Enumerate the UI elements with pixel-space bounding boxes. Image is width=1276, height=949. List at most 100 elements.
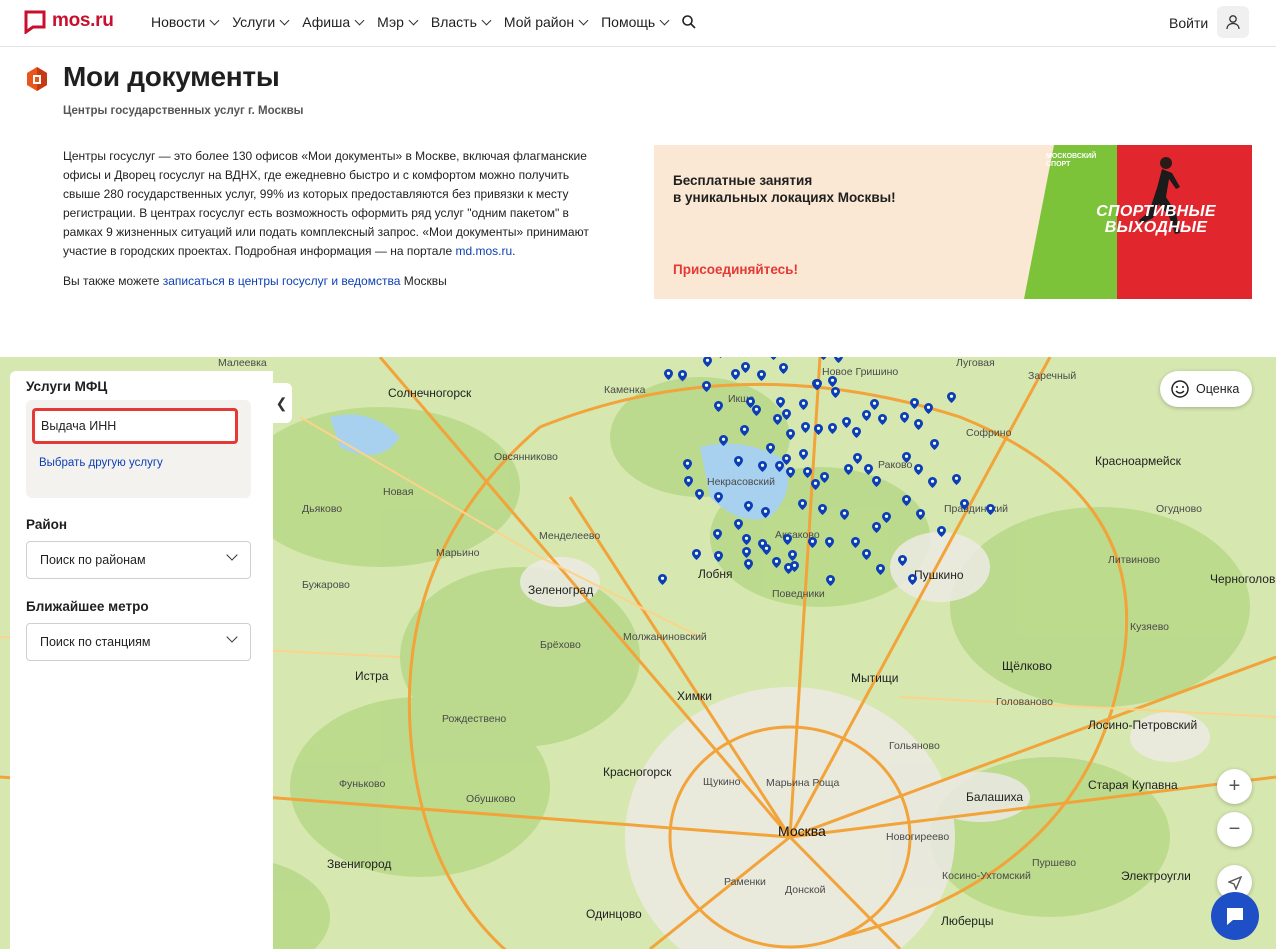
- rate-button[interactable]: Оценка: [1160, 371, 1252, 407]
- office-marker[interactable]: [870, 399, 879, 410]
- office-marker[interactable]: [834, 357, 843, 363]
- office-marker[interactable]: [782, 454, 791, 465]
- office-marker[interactable]: [844, 464, 853, 475]
- office-marker[interactable]: [820, 472, 829, 483]
- login-link[interactable]: Войти: [1169, 15, 1208, 31]
- collapse-panel-button[interactable]: ❮: [271, 383, 292, 423]
- office-marker[interactable]: [788, 550, 797, 561]
- user-icon[interactable]: [1217, 6, 1249, 38]
- banner-cta[interactable]: Присоединяйтесь!: [673, 262, 798, 277]
- office-marker[interactable]: [695, 489, 704, 500]
- office-marker[interactable]: [862, 549, 871, 560]
- office-marker[interactable]: [769, 357, 778, 360]
- mos-logo[interactable]: mos.ru: [24, 10, 114, 35]
- office-marker[interactable]: [914, 464, 923, 475]
- office-marker[interactable]: [714, 551, 723, 562]
- office-marker[interactable]: [783, 534, 792, 545]
- office-marker[interactable]: [842, 417, 851, 428]
- nav-my-district[interactable]: Мой район: [504, 14, 589, 30]
- nav-afisha[interactable]: Афиша: [302, 14, 365, 30]
- office-marker[interactable]: [814, 424, 823, 435]
- office-marker[interactable]: [734, 519, 743, 530]
- office-marker[interactable]: [744, 559, 753, 570]
- office-marker[interactable]: [798, 499, 807, 510]
- office-marker[interactable]: [947, 392, 956, 403]
- district-select[interactable]: Поиск по районам: [26, 541, 251, 579]
- office-marker[interactable]: [703, 357, 712, 367]
- office-marker[interactable]: [986, 504, 995, 515]
- office-marker[interactable]: [937, 526, 946, 537]
- office-marker[interactable]: [758, 461, 767, 472]
- office-marker[interactable]: [742, 534, 751, 545]
- chat-icon[interactable]: [1211, 892, 1259, 940]
- office-marker[interactable]: [757, 370, 766, 381]
- office-marker[interactable]: [784, 563, 793, 574]
- office-marker[interactable]: [813, 379, 822, 390]
- nav-news[interactable]: Новости: [151, 14, 220, 30]
- office-marker[interactable]: [900, 412, 909, 423]
- office-marker[interactable]: [882, 512, 891, 523]
- office-marker[interactable]: [916, 509, 925, 520]
- zoom-out-button[interactable]: −: [1217, 812, 1252, 847]
- office-marker[interactable]: [851, 537, 860, 548]
- change-service-link[interactable]: Выбрать другую услугу: [39, 457, 163, 469]
- zoom-in-button[interactable]: +: [1217, 769, 1252, 804]
- office-marker[interactable]: [853, 453, 862, 464]
- office-marker[interactable]: [914, 419, 923, 430]
- office-marker[interactable]: [825, 537, 834, 548]
- appointment-link[interactable]: записаться в центры госуслуг и ведомства: [163, 274, 401, 288]
- office-marker[interactable]: [902, 495, 911, 506]
- office-marker[interactable]: [658, 574, 667, 585]
- office-marker[interactable]: [840, 509, 849, 520]
- office-marker[interactable]: [761, 507, 770, 518]
- mfc-map[interactable]: Малеевка Солнечногорск Каменка Икша Луго…: [0, 357, 1276, 949]
- office-marker[interactable]: [752, 405, 761, 416]
- office-marker[interactable]: [782, 409, 791, 420]
- office-marker[interactable]: [716, 357, 725, 358]
- office-marker[interactable]: [910, 398, 919, 409]
- office-marker[interactable]: [664, 369, 673, 380]
- office-marker[interactable]: [924, 403, 933, 414]
- office-marker[interactable]: [902, 452, 911, 463]
- office-marker[interactable]: [930, 439, 939, 450]
- office-marker[interactable]: [678, 370, 687, 381]
- office-marker[interactable]: [799, 449, 808, 460]
- office-marker[interactable]: [742, 547, 751, 558]
- office-marker[interactable]: [898, 555, 907, 566]
- search-icon[interactable]: [681, 14, 697, 30]
- office-marker[interactable]: [799, 399, 808, 410]
- office-marker[interactable]: [819, 357, 828, 360]
- office-marker[interactable]: [684, 476, 693, 487]
- office-marker[interactable]: [826, 575, 835, 586]
- office-marker[interactable]: [828, 376, 837, 387]
- office-marker[interactable]: [811, 479, 820, 490]
- office-marker[interactable]: [740, 425, 749, 436]
- selected-service-field[interactable]: Выдача ИНН: [32, 408, 238, 444]
- nav-help[interactable]: Помощь: [601, 14, 670, 30]
- office-marker[interactable]: [831, 387, 840, 398]
- office-marker[interactable]: [683, 459, 692, 470]
- office-marker[interactable]: [766, 443, 775, 454]
- office-marker[interactable]: [719, 435, 728, 446]
- office-marker[interactable]: [779, 363, 788, 374]
- office-marker[interactable]: [803, 467, 812, 478]
- nav-power[interactable]: Власть: [431, 14, 492, 30]
- office-marker[interactable]: [714, 401, 723, 412]
- office-marker[interactable]: [734, 456, 743, 467]
- office-marker[interactable]: [828, 423, 837, 434]
- office-marker[interactable]: [864, 464, 873, 475]
- office-marker[interactable]: [928, 477, 937, 488]
- office-marker[interactable]: [692, 549, 701, 560]
- office-marker[interactable]: [872, 476, 881, 487]
- office-marker[interactable]: [702, 381, 711, 392]
- metro-select[interactable]: Поиск по станциям: [26, 623, 251, 661]
- office-marker[interactable]: [773, 414, 782, 425]
- office-marker[interactable]: [878, 414, 887, 425]
- md-mos-link[interactable]: md.mos.ru: [455, 244, 512, 258]
- office-marker[interactable]: [876, 564, 885, 575]
- nav-mayor[interactable]: Мэр: [377, 14, 419, 30]
- office-marker[interactable]: [801, 422, 810, 433]
- nav-services[interactable]: Услуги: [232, 14, 290, 30]
- office-marker[interactable]: [762, 544, 771, 555]
- office-marker[interactable]: [776, 397, 785, 408]
